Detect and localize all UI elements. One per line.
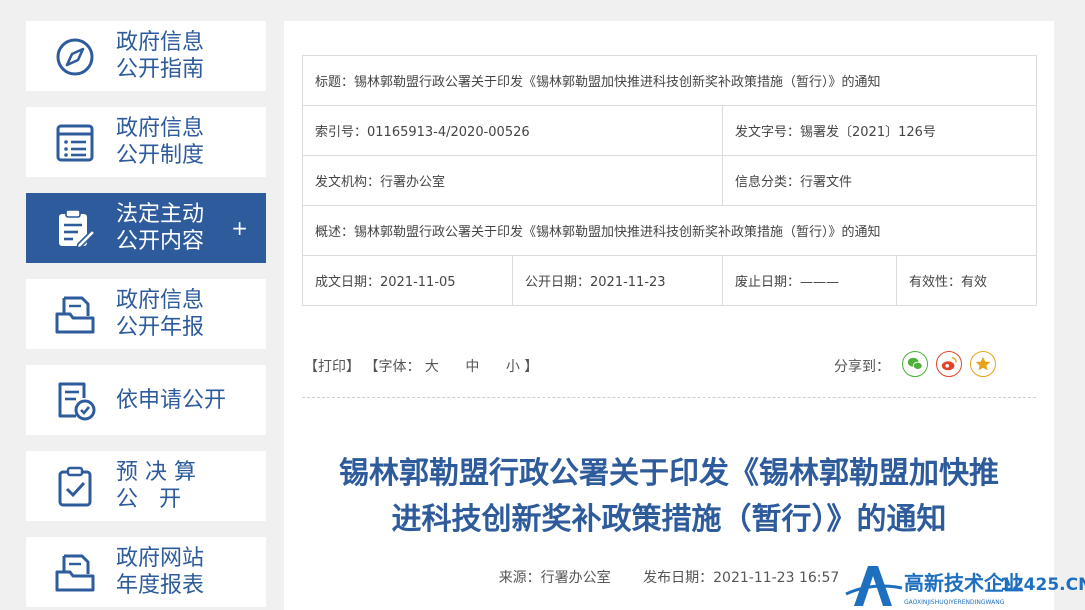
sidebar-item-annual-report[interactable]: 政府信息 公开年报 xyxy=(26,279,266,349)
sidebar-item-label: 预 决 算公 开 xyxy=(116,460,196,512)
sidebar-item-label: 政府网站 年度报表 xyxy=(116,546,205,598)
meta-doc-no: 发文字号：锡署发〔2021〕126号 xyxy=(721,105,1038,156)
clipboard-check-icon xyxy=(54,466,96,508)
compass-icon xyxy=(54,36,96,78)
sidebar-item-label: 法定主动 公开内容 xyxy=(116,202,205,254)
folder-document-icon xyxy=(54,294,96,336)
font-size-close: 】 xyxy=(524,359,539,375)
meta-abolished-date: 废止日期：——— xyxy=(722,255,897,306)
meta-index-no: 索引号：01165913-4/2020-00526 xyxy=(302,105,723,156)
share-bar: 分享到： xyxy=(834,356,890,376)
print-button[interactable]: 【打印】 xyxy=(304,359,360,375)
list-document-icon xyxy=(54,122,96,164)
watermark-pinyin: GAOXINJISHUQIYERENDINGWANG xyxy=(904,599,1005,606)
article-title: 锡林郭勒盟行政公署关于印发《锡林郭勒盟加快推 进科技创新奖补政策措施（暂行）》的… xyxy=(339,456,999,537)
font-large-button[interactable]: 大 xyxy=(425,359,439,375)
expand-plus-icon[interactable]: + xyxy=(231,215,248,241)
document-meta-table: 标题：锡林郭勒盟行政公署关于印发《锡林郭勒盟加快推进科技创新奖补政策措施（暂行）… xyxy=(301,55,1038,306)
font-small-button[interactable]: 小 xyxy=(506,359,520,375)
sidebar-item-disclosure-guide[interactable]: 政府信息 公开指南 xyxy=(26,21,266,91)
favorite-share-icon[interactable] xyxy=(970,351,996,377)
meta-category: 信息分类：行署文件 xyxy=(721,155,1038,206)
dashed-divider xyxy=(302,397,1036,398)
document-check-icon xyxy=(54,380,96,422)
main-content: 标题：锡林郭勒盟行政公署关于印发《锡林郭勒盟加快推进科技创新奖补政策措施（暂行）… xyxy=(284,21,1054,610)
font-size-label: 【字体： xyxy=(364,359,421,375)
sidebar-item-apply-disclosure[interactable]: 依申请公开 xyxy=(26,365,266,435)
sidebar-item-label: 依申请公开 xyxy=(116,387,227,413)
article-source: 来源：行署办公室 xyxy=(498,570,611,586)
clipboard-edit-icon xyxy=(54,208,97,250)
meta-issuer: 发文机构：行署办公室 xyxy=(302,155,723,206)
share-label: 分享到： xyxy=(834,359,890,375)
wechat-share-icon[interactable] xyxy=(902,351,928,377)
article-date: 发布日期：2021-11-23 16:57 xyxy=(643,570,840,586)
font-medium-button[interactable]: 中 xyxy=(465,359,479,375)
sidebar-item-budget-disclosure[interactable]: 预 决 算公 开 xyxy=(26,451,266,521)
sidebar-item-website-report[interactable]: 政府网站 年度报表 xyxy=(26,537,266,607)
sidebar-item-disclosure-system[interactable]: 政府信息 公开制度 xyxy=(26,107,266,177)
folder-report-icon xyxy=(54,552,96,594)
site-watermark: 高新技术企业 12425.CN GAOXINJISHUQIYERENDINGWA… xyxy=(842,558,1085,610)
sidebar-item-label: 政府信息 公开指南 xyxy=(116,30,205,82)
meta-validity: 有效性：有效 xyxy=(895,255,1038,306)
meta-summary: 概述：锡林郭勒盟行政公署关于印发《锡林郭勒盟加快推进科技创新奖补政策措施（暂行）… xyxy=(301,205,1038,256)
meta-created-date: 成文日期：2021-11-05 xyxy=(302,255,513,306)
weibo-share-icon[interactable] xyxy=(936,351,962,377)
watermark-domain: 12425.CN xyxy=(1000,575,1085,595)
sidebar-item-label: 政府信息 公开制度 xyxy=(116,116,205,168)
article-toolbar: 【打印】 【字体： 大 中 小 】 分享到： xyxy=(302,351,1036,387)
sidebar-item-label: 政府信息 公开年报 xyxy=(116,288,205,340)
meta-title: 标题：锡林郭勒盟行政公署关于印发《锡林郭勒盟加快推进科技创新奖补政策措施（暂行）… xyxy=(301,55,1038,106)
sidebar-item-statutory-content[interactable]: 法定主动 公开内容 + xyxy=(26,193,266,263)
meta-published-date: 公开日期：2021-11-23 xyxy=(512,255,723,306)
